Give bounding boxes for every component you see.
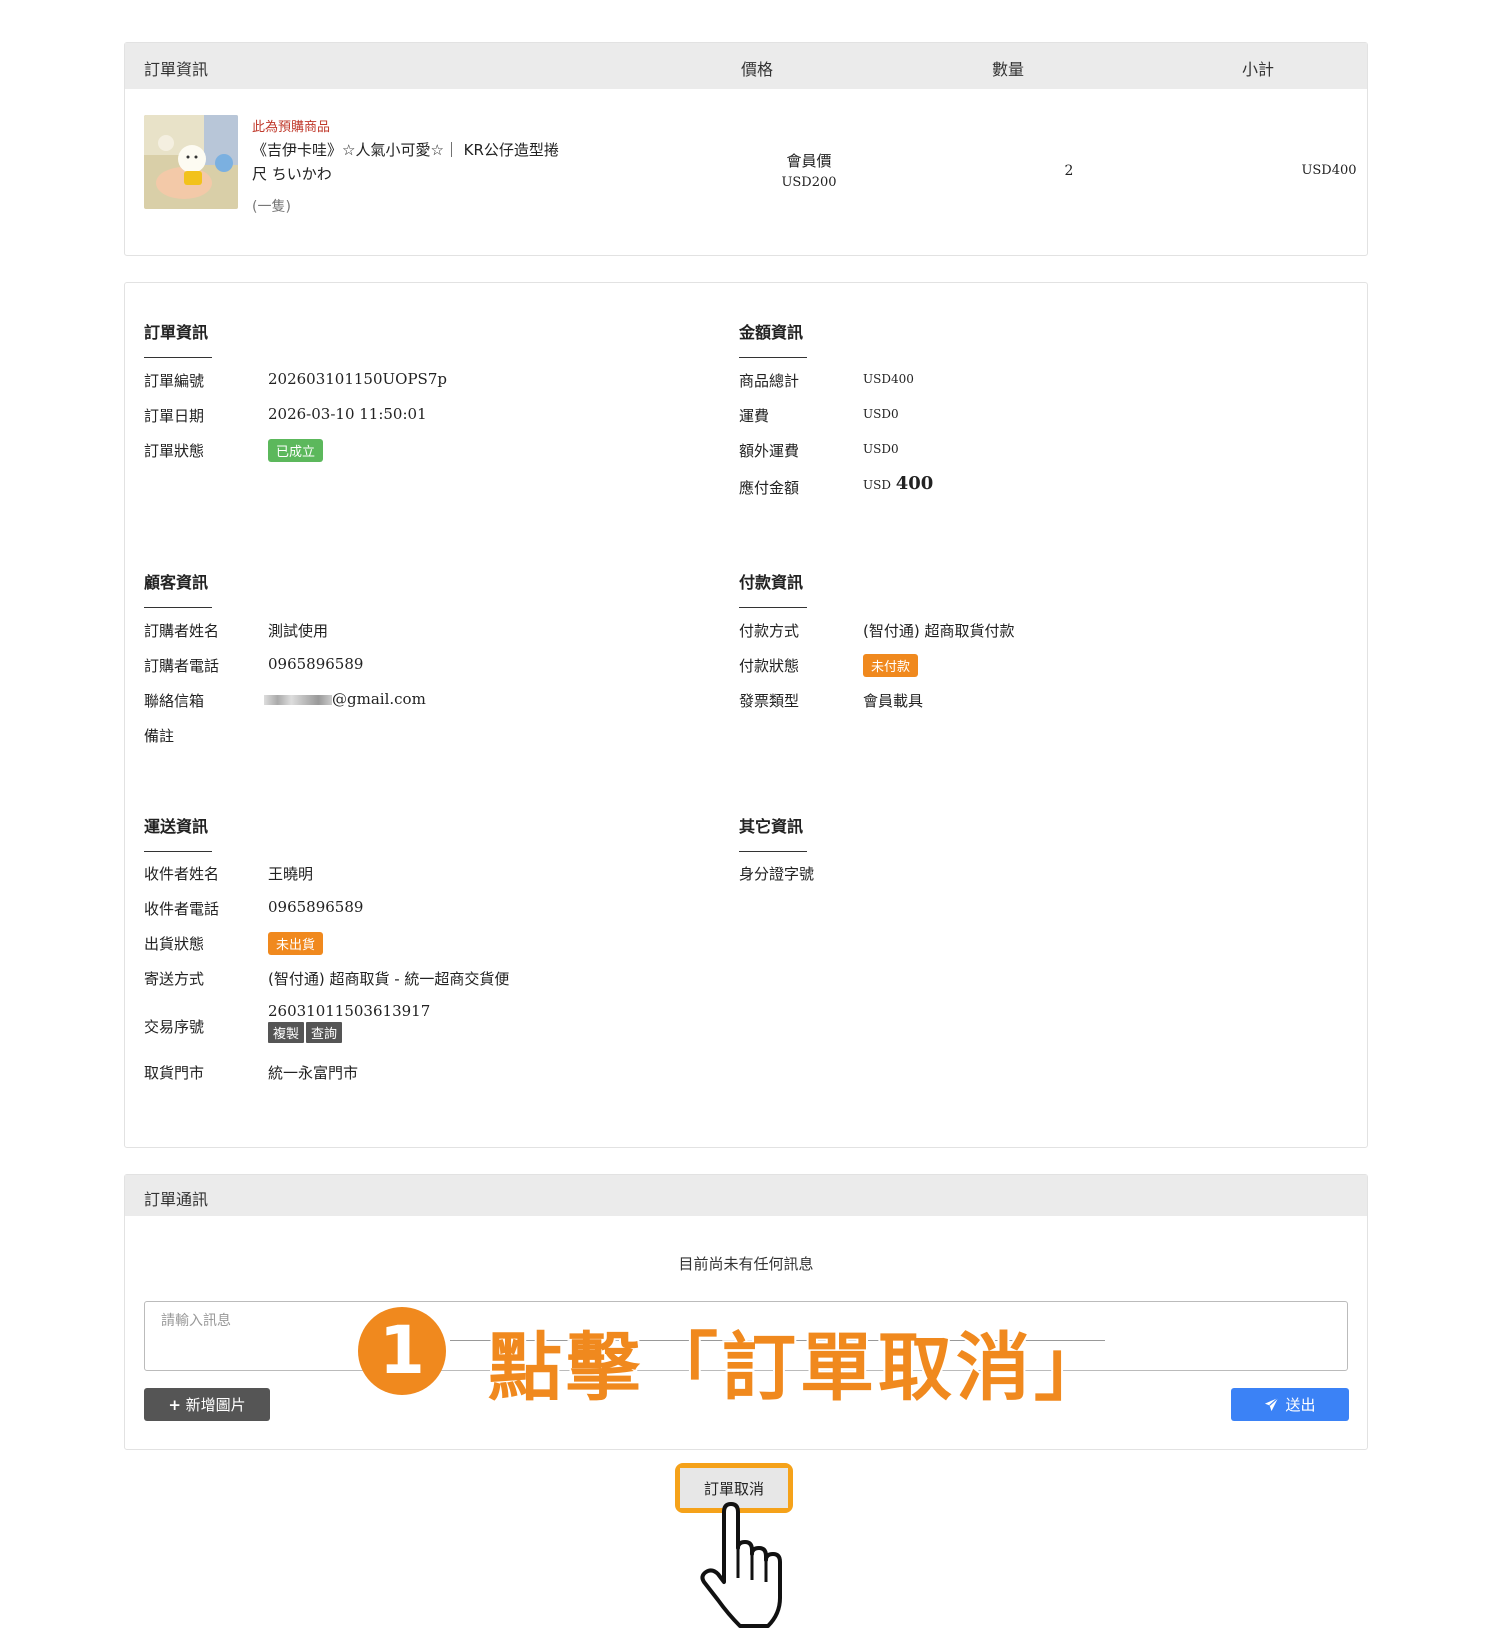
product-table: 訂單資訊 價格 數量 小計 此為預購商品 《吉伊卡哇》☆人氣小可愛☆｜ KR公仔… (124, 42, 1368, 256)
section-divider (144, 357, 212, 358)
section-divider (739, 851, 807, 852)
items-total-value: USD400 (863, 372, 914, 386)
amount-due-value: 400 (895, 473, 934, 494)
customer-info-section: 顧客資訊 (144, 569, 212, 608)
recipient-name-value: 王曉明 (268, 865, 314, 883)
extra-shipping-label: 額外運費 (739, 442, 800, 460)
section-divider (144, 607, 212, 608)
shipping-info-title: 運送資訊 (144, 817, 209, 836)
product-name-line1[interactable]: 《吉伊卡哇》☆人氣小可愛☆｜ KR公仔造型捲 (252, 138, 592, 162)
no-messages-text: 目前尚未有任何訊息 (678, 1255, 814, 1273)
other-info-section: 其它資訊 (739, 813, 807, 852)
section-divider (144, 851, 212, 852)
shipping-fee-label: 運費 (739, 407, 770, 425)
subtotal-value: USD400 (1301, 163, 1357, 178)
buyer-phone-label: 訂購者電話 (144, 657, 220, 675)
amount-due-label: 應付金額 (739, 479, 800, 497)
payment-method-value: (智付通) 超商取貨付款 (863, 622, 1015, 640)
customer-info-title: 顧客資訊 (144, 573, 209, 592)
messages-header: 訂單通訊 (125, 1175, 1367, 1216)
extra-shipping-value: USD0 (863, 442, 899, 456)
product-spec: (一隻) (252, 199, 291, 215)
member-price-label: 會員價 (786, 152, 832, 170)
redacted-email-blur (264, 695, 332, 705)
buyer-name-label: 訂購者姓名 (144, 622, 220, 640)
pickup-store-value: 統一永富門市 (268, 1064, 359, 1082)
recipient-phone-label: 收件者電話 (144, 900, 220, 918)
other-info-title: 其它資訊 (739, 817, 804, 836)
send-button[interactable]: 送出 (1231, 1388, 1349, 1421)
order-info-section: 訂單資訊 (144, 319, 212, 358)
hand-pointer-icon (700, 1502, 782, 1628)
order-number-label: 訂單編號 (144, 372, 205, 390)
transaction-number-label: 交易序號 (144, 1018, 205, 1036)
header-quantity: 數量 (992, 60, 1025, 79)
query-button[interactable]: 查詢 (306, 1022, 343, 1043)
items-total-label: 商品總計 (739, 372, 800, 390)
order-number-value: 202603101150UOPS7p (268, 370, 447, 388)
order-info-title: 訂單資訊 (144, 323, 209, 342)
buyer-phone-value: 0965896589 (268, 655, 364, 673)
order-details-card: 訂單資訊 訂單編號 202603101150UOPS7p 訂單日期 2026-0… (124, 282, 1368, 1148)
amount-info-section: 金額資訊 (739, 319, 807, 358)
header-order-info: 訂單資訊 (144, 60, 209, 79)
product-thumbnail[interactable] (144, 115, 238, 209)
buyer-email-value: @gmail.com (332, 690, 426, 708)
pickup-store-label: 取貨門市 (144, 1064, 205, 1082)
amount-info-title: 金額資訊 (739, 323, 804, 342)
section-divider (739, 357, 807, 358)
amount-due-currency: USD (863, 478, 891, 492)
messages-title: 訂單通訊 (144, 1190, 209, 1209)
product-name-line2[interactable]: 尺 ちいかわ (252, 162, 592, 186)
delivery-method-value: (智付通) 超商取貨 - 統一超商交貨便 (268, 970, 510, 988)
id-number-label: 身分證字號 (739, 865, 815, 883)
buyer-name-value: 測試使用 (268, 622, 329, 640)
order-status-label: 訂單狀態 (144, 442, 205, 460)
order-date-value: 2026-03-10 11:50:01 (268, 405, 427, 423)
quantity-value: 2 (1064, 163, 1074, 179)
recipient-name-label: 收件者姓名 (144, 865, 220, 883)
member-price-value: USD200 (781, 175, 837, 190)
copy-button[interactable]: 複製 (268, 1022, 305, 1043)
payment-info-section: 付款資訊 (739, 569, 807, 608)
shipment-status-badge: 未出貨 (268, 932, 324, 955)
remarks-label: 備註 (144, 727, 175, 745)
payment-status-badge: 未付款 (863, 654, 919, 677)
send-label: 送出 (1285, 1396, 1316, 1414)
add-image-label: 新增圖片 (185, 1396, 246, 1414)
payment-method-label: 付款方式 (739, 622, 800, 640)
section-divider (739, 607, 807, 608)
header-subtotal: 小計 (1242, 60, 1275, 79)
buyer-email-label: 聯絡信箱 (144, 692, 205, 710)
payment-info-title: 付款資訊 (739, 573, 804, 592)
shipping-fee-value: USD0 (863, 407, 899, 421)
paper-plane-icon (1265, 1397, 1279, 1412)
add-image-button[interactable]: + 新增圖片 (144, 1388, 270, 1421)
plus-icon: + (168, 1396, 181, 1414)
shipping-info-section: 運送資訊 (144, 813, 212, 852)
product-table-header: 訂單資訊 價格 數量 小計 (125, 43, 1367, 89)
header-price: 價格 (741, 60, 774, 79)
annotation-instruction: 點擊「訂單取消」 (486, 1323, 1112, 1413)
delivery-method-label: 寄送方式 (144, 970, 205, 988)
order-date-label: 訂單日期 (144, 407, 205, 425)
transaction-number-value: 26031011503613917 (268, 1002, 431, 1020)
product-name[interactable]: 《吉伊卡哇》☆人氣小可愛☆｜ KR公仔造型捲 尺 ちいかわ (252, 138, 592, 186)
recipient-phone-value: 0965896589 (268, 898, 364, 916)
invoice-type-label: 發票類型 (739, 692, 800, 710)
step-number-badge: 1 (358, 1307, 446, 1395)
preorder-tag: 此為預購商品 (252, 120, 331, 135)
shipment-status-label: 出貨狀態 (144, 935, 205, 953)
invoice-type-value: 會員載具 (863, 692, 924, 710)
order-status-badge: 已成立 (268, 439, 324, 462)
payment-status-label: 付款狀態 (739, 657, 800, 675)
